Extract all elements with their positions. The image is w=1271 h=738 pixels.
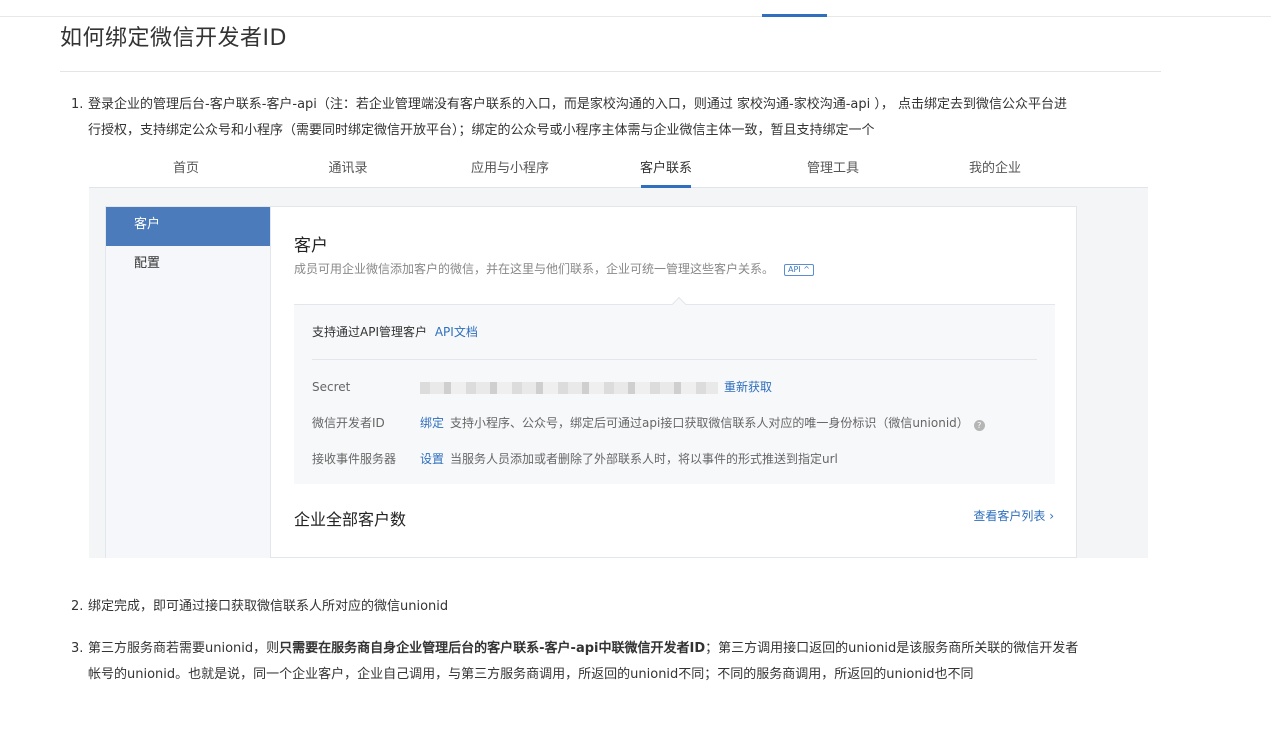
- sidebar-item-customers[interactable]: 客户: [106, 207, 270, 246]
- regenerate-secret-link[interactable]: 重新获取: [724, 380, 772, 394]
- bind-description: 支持小程序、公众号，绑定后可通过api接口获取微信联系人对应的唯一身份标识（微信…: [450, 416, 969, 430]
- secret-row: Secret 重新获取: [312, 377, 1032, 397]
- step-number: 1.: [71, 97, 84, 112]
- step-1-line-2: 行授权，支持绑定公众号和小程序（需要同时绑定微信开放平台）；绑定的公众号或小程序…: [88, 123, 875, 138]
- step-3-line-2: 帐号的unionid。也就是说，同一个企业客户，企业自己调用，与第三方服务商调用…: [88, 667, 974, 682]
- tab-home[interactable]: 首页: [136, 155, 236, 188]
- wechat-developer-id-label: 微信开发者ID: [312, 416, 385, 430]
- tab-management-tools[interactable]: 管理工具: [783, 155, 883, 188]
- event-server-settings-link[interactable]: 设置: [420, 452, 444, 466]
- tab-apps[interactable]: 应用与小程序: [460, 155, 560, 188]
- panel-content: 客户 成员可用企业微信添加客户的微信，并在这里与他们联系，企业可统一管理这些客户…: [272, 207, 1076, 557]
- customer-panel: 客户 配置 客户 成员可用企业微信添加客户的微信，并在这里与他们联系，企业可统一…: [105, 206, 1077, 558]
- sidebar-item-config[interactable]: 配置: [106, 246, 270, 285]
- api-heading-text: 支持通过API管理客户: [312, 325, 427, 339]
- help-icon[interactable]: ?: [973, 420, 985, 431]
- event-server-row: 接收事件服务器 设置 当服务人员添加或者删除了外部联系人时，将以事件的形式推送到指…: [312, 449, 1032, 469]
- sidebar: 客户 配置: [106, 207, 271, 558]
- event-server-label: 接收事件服务器: [312, 452, 397, 466]
- step-3-text-a: 第三方服务商若需要unionid，则: [88, 641, 280, 656]
- step-3-line-1: 第三方服务商若需要unionid，则只需要在服务商自身企业管理后台的客户联系-客…: [88, 636, 1158, 662]
- step-3: 3. 第三方服务商若需要unionid，则只需要在服务商自身企业管理后台的客户联…: [71, 636, 1158, 688]
- api-doc-link[interactable]: API文档: [435, 325, 478, 339]
- box-divider: [312, 359, 1037, 360]
- view-customer-list-link[interactable]: 查看客户列表 ›: [973, 507, 1054, 524]
- title-divider: [60, 71, 1161, 72]
- step-3-text-b: ；第三方调用接口返回的unionid是该服务商所关联的微信开发者: [705, 641, 1079, 656]
- step-2-line-1: 绑定完成，即可通过接口获取微信联系人所对应的微信unionid: [88, 599, 449, 614]
- api-heading: 支持通过API管理客户 API文档: [312, 323, 478, 340]
- box-caret: [671, 296, 687, 312]
- admin-console-screenshot: 首页 通讯录 应用与小程序 客户联系 管理工具 我的企业 客户 配置 客户 成员…: [89, 155, 1148, 558]
- tab-customer-contact[interactable]: 客户联系: [621, 155, 711, 188]
- secret-label: Secret: [312, 380, 351, 394]
- bind-link[interactable]: 绑定: [420, 416, 444, 430]
- step-number: 2.: [71, 599, 84, 614]
- api-toggle-badge[interactable]: API ^: [784, 264, 814, 276]
- wechat-developer-id-value: 绑定 支持小程序、公众号，绑定后可通过api接口获取微信联系人对应的唯一身份标识（…: [420, 413, 985, 433]
- tab-my-enterprise[interactable]: 我的企业: [945, 155, 1045, 188]
- step-1: 1. 登录企业的管理后台-客户联系-客户-api（注：若企业管理端没有客户联系的…: [71, 92, 1158, 144]
- panel-description: 成员可用企业微信添加客户的微信，并在这里与他们联系，企业可统一管理这些客户关系。…: [294, 260, 814, 277]
- secret-value: 重新获取: [420, 377, 778, 397]
- api-settings-box: 支持通过API管理客户 API文档 Secret 重新获取 微信开发者ID 绑定…: [294, 296, 1055, 484]
- page-title: 如何绑定微信开发者ID: [60, 26, 287, 51]
- step-number: 3.: [71, 641, 84, 656]
- top-active-indicator: [762, 14, 827, 17]
- console-top-nav: 首页 通讯录 应用与小程序 客户联系 管理工具 我的企业: [89, 155, 1148, 188]
- event-server-value: 设置 当服务人员添加或者删除了外部联系人时，将以事件的形式推送到指定url: [420, 449, 838, 469]
- step-2: 2. 绑定完成，即可通过接口获取微信联系人所对应的微信unionid: [71, 594, 1158, 620]
- description-text: 成员可用企业微信添加客户的微信，并在这里与他们联系，企业可统一管理这些客户关系。: [294, 262, 775, 276]
- tab-contacts[interactable]: 通讯录: [298, 155, 398, 188]
- panel-title: 客户: [294, 236, 328, 256]
- top-divider: [0, 16, 1271, 17]
- total-customers-heading: 企业全部客户数: [294, 510, 407, 529]
- wechat-developer-id-row: 微信开发者ID 绑定 支持小程序、公众号，绑定后可通过api接口获取微信联系人对应…: [312, 413, 1032, 433]
- step-3-bold-text: 只需要在服务商自身企业管理后台的客户联系-客户-api中联微信开发者ID: [279, 641, 706, 656]
- step-1-line-1: 登录企业的管理后台-客户联系-客户-api（注：若企业管理端没有客户联系的入口，…: [88, 97, 1068, 112]
- event-server-description: 当服务人员添加或者删除了外部联系人时，将以事件的形式推送到指定url: [450, 452, 838, 466]
- secret-masked-value: [420, 381, 718, 394]
